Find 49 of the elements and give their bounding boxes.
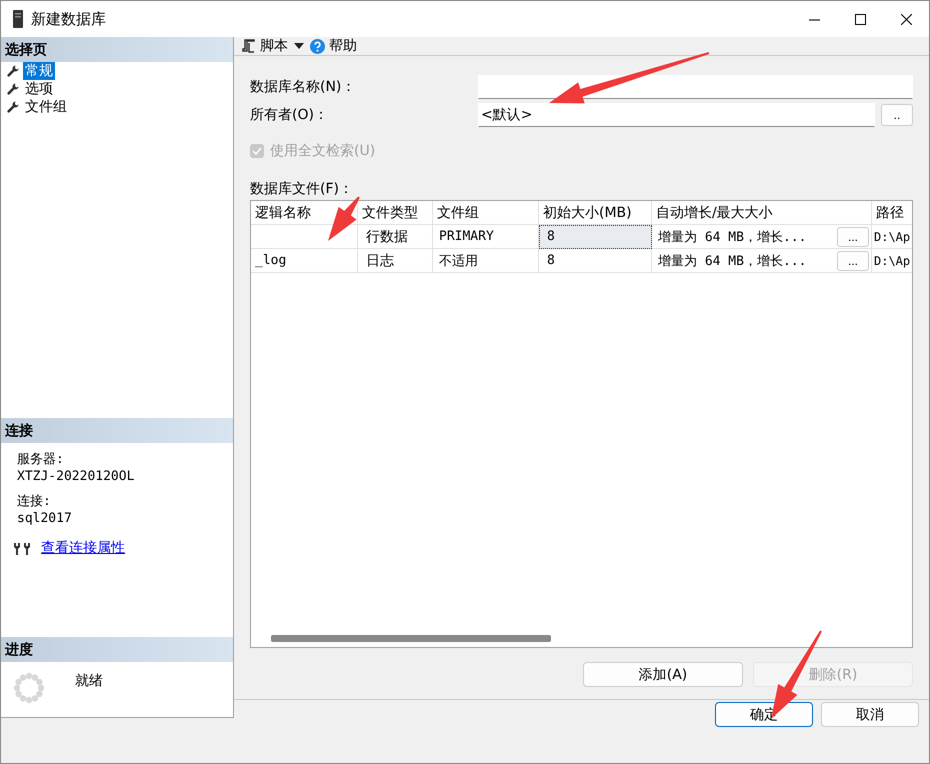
browse-button[interactable]: .. xyxy=(881,104,913,126)
connection-name: sql2017 xyxy=(17,510,73,527)
wrench-icon xyxy=(7,101,19,113)
wrench-icon xyxy=(7,83,19,95)
spinner-icon xyxy=(13,672,45,704)
section-header: 进度 xyxy=(1,637,233,662)
connection-properties-link[interactable]: 查看连接属性 xyxy=(41,539,125,557)
annotation-arrow xyxy=(328,196,360,241)
section-header: 连接 xyxy=(1,418,233,443)
script-icon xyxy=(242,39,256,53)
table-cell: PRIMARY xyxy=(433,225,539,249)
dropdown-caret-icon[interactable] xyxy=(294,43,304,49)
plug-icon xyxy=(13,541,33,555)
table-cell: 行数据 xyxy=(358,225,433,249)
close-icon[interactable] xyxy=(900,14,912,24)
server-icon xyxy=(13,10,23,28)
wrench-icon xyxy=(7,65,19,77)
table-cell[interactable]: 8 xyxy=(539,225,652,249)
field-label: 所有者(O)： xyxy=(250,106,329,124)
scrollbar-thumb[interactable] xyxy=(271,635,551,642)
table-cell-text: 增量为 64 MB，增长... xyxy=(658,228,806,246)
server-name: XTZJ-20220120OL xyxy=(17,468,136,485)
table-cell: _log xyxy=(251,249,358,273)
dialog-button[interactable]: 取消 xyxy=(821,702,919,727)
maximize-icon[interactable] xyxy=(854,14,866,24)
checkbox-label: 使用全文检索(U) xyxy=(270,142,376,160)
table-cell: 日志 xyxy=(358,249,433,273)
window-title: 新建数据库 xyxy=(31,10,107,28)
table-cell[interactable]: 8 xyxy=(539,249,652,273)
connection-label: 连接: xyxy=(17,493,52,510)
section-header: 选择页 xyxy=(1,37,233,62)
server-label: 服务器: xyxy=(17,451,65,468)
nav-item[interactable]: 常规 xyxy=(23,62,55,80)
browse-button[interactable]: ... xyxy=(837,250,869,270)
column-header[interactable]: 自动增长/最大大小 xyxy=(652,201,872,225)
field-label: 数据库名称(N)： xyxy=(250,78,356,96)
status-text: 就绪 xyxy=(75,672,103,690)
table-cell: 不适用 xyxy=(433,249,539,273)
database-name-field[interactable] xyxy=(478,75,913,99)
table-action-button[interactable]: 添加(A) xyxy=(583,662,743,687)
table-cell-text: 增量为 64 MB，增长... xyxy=(658,252,806,270)
browse-button[interactable]: ... xyxy=(837,226,869,246)
nav-item[interactable]: 文件组 xyxy=(23,98,69,116)
help-icon xyxy=(310,38,325,54)
help-button[interactable]: 帮助 xyxy=(310,37,357,55)
nav-item[interactable]: 选项 xyxy=(23,80,55,98)
files-label: 数据库文件(F)： xyxy=(250,180,354,198)
owner-field[interactable]: <默认> xyxy=(478,103,875,127)
script-button[interactable]: 脚本 xyxy=(242,37,288,55)
